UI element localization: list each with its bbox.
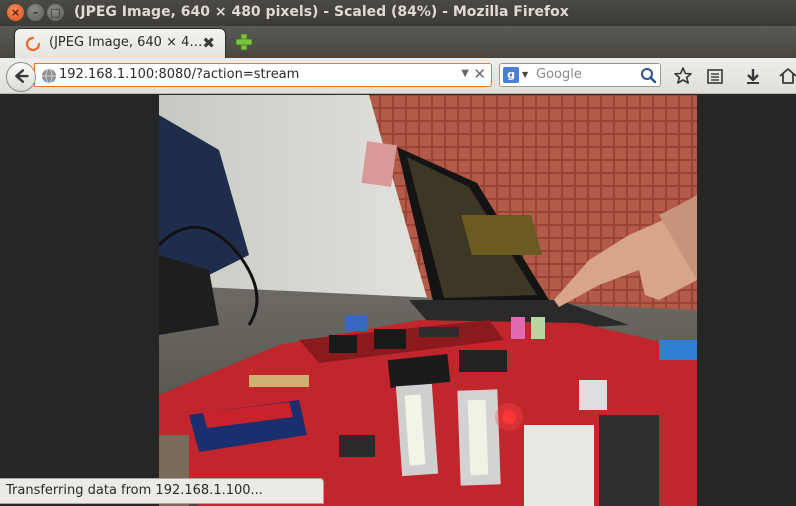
back-icon — [15, 69, 29, 83]
url-history-dropdown[interactable]: ▼ — [461, 68, 469, 79]
tab-jpeg-image[interactable]: (JPEG Image, 640 × 4… ✖ — [14, 28, 226, 58]
search-bar[interactable]: g ▼ Google — [499, 63, 661, 87]
tab-close-button[interactable]: ✖ — [202, 34, 215, 52]
bookmark-star-icon[interactable] — [673, 66, 693, 86]
fpga-board-photo — [159, 95, 697, 506]
window-titlebar: × – □ (JPEG Image, 640 × 480 pixels) - S… — [0, 0, 796, 26]
back-button[interactable] — [6, 62, 36, 92]
jpeg-image[interactable] — [159, 95, 697, 506]
tab-label: (JPEG Image, 640 × 4… — [49, 35, 203, 50]
url-bar[interactable]: 192.168.1.100:8080/?action=stream ▼ ✕ — [34, 63, 492, 87]
reading-list-icon[interactable] — [705, 66, 725, 86]
firefox-spinner-icon — [25, 36, 41, 52]
download-icon[interactable] — [743, 66, 763, 86]
search-go-icon[interactable] — [640, 67, 657, 84]
page-content — [0, 95, 796, 506]
window-maximize-button[interactable]: □ — [47, 4, 64, 21]
navigation-bar: 192.168.1.100:8080/?action=stream ▼ ✕ g … — [0, 58, 796, 94]
status-panel: Transferring data from 192.168.1.100... — [0, 478, 324, 504]
url-text[interactable]: 192.168.1.100:8080/?action=stream — [59, 67, 299, 82]
window-close-button[interactable]: × — [7, 4, 24, 21]
home-icon[interactable] — [778, 66, 796, 86]
new-tab-plus-icon[interactable] — [234, 32, 254, 52]
google-engine-icon[interactable]: g — [503, 67, 519, 83]
search-input[interactable]: Google — [536, 67, 582, 82]
url-stop-button[interactable]: ✕ — [473, 65, 486, 83]
search-engine-dropdown[interactable]: ▼ — [522, 70, 528, 79]
tab-strip: (JPEG Image, 640 × 4… ✖ — [0, 26, 796, 58]
window-title: (JPEG Image, 640 × 480 pixels) - Scaled … — [74, 4, 569, 20]
globe-icon[interactable] — [41, 68, 57, 84]
window-minimize-button[interactable]: – — [27, 4, 44, 21]
